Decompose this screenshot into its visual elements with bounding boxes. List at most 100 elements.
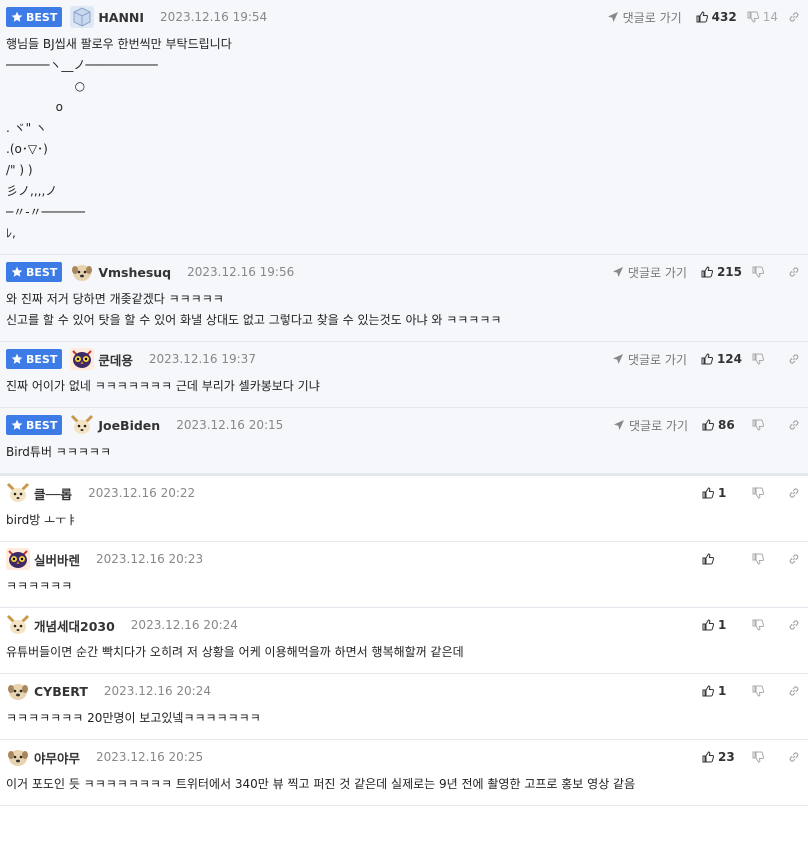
nickname[interactable]: 클──롭 bbox=[34, 484, 72, 503]
avatar[interactable] bbox=[6, 482, 30, 504]
timestamp: 2023.12.16 20:23 bbox=[96, 552, 204, 566]
share-link-button[interactable] bbox=[788, 419, 800, 431]
nickname[interactable]: CYBERT bbox=[34, 684, 88, 699]
share-link-button[interactable] bbox=[788, 619, 800, 631]
dislike-button[interactable] bbox=[752, 419, 778, 431]
share-link-button[interactable] bbox=[788, 11, 800, 23]
thumbs-up-icon bbox=[702, 487, 714, 499]
star-icon bbox=[11, 266, 23, 277]
comment-body: 행님들 BJ씹새 팔로우 한번씩만 부탁드립니다 ──────ヽ__ノ─────… bbox=[6, 37, 232, 240]
avatar[interactable] bbox=[70, 6, 95, 28]
goto-comment-link[interactable]: 댓글로 가기 bbox=[613, 417, 688, 434]
comment-body: Bird튜버 ㅋㅋㅋㅋㅋ bbox=[6, 445, 112, 459]
goto-comment-link[interactable]: 댓글로 가기 bbox=[612, 351, 687, 368]
avatar[interactable] bbox=[6, 548, 30, 570]
navigate-arrow-icon bbox=[612, 267, 623, 277]
thumbs-down-icon bbox=[752, 685, 764, 697]
navigate-arrow-icon bbox=[607, 12, 618, 22]
like-button[interactable]: 86 bbox=[702, 418, 742, 432]
comment-item: BEST 클──롭 2023.12.16 20:22 댓글로 가기 1 bbox=[0, 476, 808, 542]
like-button[interactable]: 1 bbox=[702, 684, 742, 698]
share-link-button[interactable] bbox=[788, 353, 800, 365]
thumbs-up-icon bbox=[702, 419, 714, 431]
like-count: 1 bbox=[718, 486, 727, 500]
comment-body: ㅋㅋㅋㅋㅋㅋ bbox=[6, 579, 73, 593]
comment-item: BEST 야무야무 2023.12.16 20:25 댓글로 가기 23 bbox=[0, 740, 808, 806]
share-link-button[interactable] bbox=[788, 266, 800, 278]
dislike-button[interactable] bbox=[752, 685, 778, 697]
nickname[interactable]: 야무야무 bbox=[34, 748, 80, 767]
like-count: 86 bbox=[718, 418, 735, 432]
comment-body: 이거 포도인 듯 ㅋㅋㅋㅋㅋㅋㅋㅋ 트위터에서 340만 뷰 찍고 퍼진 것 같… bbox=[6, 777, 636, 791]
thumbs-up-icon bbox=[702, 553, 714, 565]
comment-item: BEST CYBERT 2023.12.16 20:24 댓글로 가기 1 bbox=[0, 674, 808, 740]
share-link-button[interactable] bbox=[788, 751, 800, 763]
best-label: BEST bbox=[26, 352, 58, 366]
comment-body: 유튜버들이면 순간 빡치다가 오히려 저 상황을 어케 이용해먹을까 하면서 행… bbox=[6, 645, 464, 659]
like-button[interactable]: 432 bbox=[696, 10, 737, 24]
avatar[interactable] bbox=[70, 414, 94, 436]
dislike-count: 14 bbox=[762, 10, 778, 24]
like-button[interactable]: 1 bbox=[702, 618, 742, 632]
thumbs-down-icon bbox=[752, 487, 764, 499]
share-link-button[interactable] bbox=[788, 487, 800, 499]
share-link-button[interactable] bbox=[788, 553, 800, 565]
nickname[interactable]: HANNI bbox=[98, 10, 144, 25]
timestamp: 2023.12.16 20:25 bbox=[96, 750, 204, 764]
goto-label: 댓글로 가기 bbox=[628, 418, 688, 433]
thumbs-down-icon bbox=[747, 11, 759, 23]
dislike-button[interactable] bbox=[752, 353, 778, 365]
goto-comment-link[interactable]: 댓글로 가기 bbox=[612, 264, 687, 281]
comment-item: BEST 개념세대2030 2023.12.16 20:24 댓글로 가기 1 bbox=[0, 608, 808, 674]
thumbs-up-icon bbox=[702, 685, 714, 697]
best-badge: BEST bbox=[6, 262, 63, 282]
like-button[interactable]: 215 bbox=[701, 265, 742, 279]
goto-comment-link[interactable]: 댓글로 가기 bbox=[607, 9, 682, 26]
like-count: 215 bbox=[716, 265, 742, 279]
like-button[interactable]: 124 bbox=[701, 352, 742, 366]
link-icon bbox=[789, 752, 799, 762]
avatar[interactable] bbox=[70, 348, 95, 370]
thumbs-down-icon bbox=[752, 353, 764, 365]
link-icon bbox=[789, 554, 799, 564]
like-button[interactable]: 23 bbox=[702, 750, 742, 764]
dislike-button[interactable]: 14 bbox=[747, 10, 778, 24]
comment-body: 진짜 어이가 없네 ㅋㅋㅋㅋㅋㅋㅋ 근데 부리가 셀카봉보다 기냐 bbox=[6, 379, 320, 393]
link-icon bbox=[789, 620, 799, 630]
avatar[interactable] bbox=[6, 746, 30, 768]
avatar[interactable] bbox=[6, 614, 30, 636]
link-icon bbox=[789, 686, 799, 696]
navigate-arrow-icon bbox=[612, 354, 623, 364]
goto-label: 댓글로 가기 bbox=[627, 352, 687, 367]
timestamp: 2023.12.16 20:15 bbox=[176, 418, 284, 432]
share-link-button[interactable] bbox=[788, 685, 800, 697]
like-button[interactable]: 1 bbox=[702, 486, 742, 500]
avatar[interactable] bbox=[6, 680, 30, 702]
like-button[interactable] bbox=[702, 553, 742, 565]
like-count: 432 bbox=[711, 10, 737, 24]
nickname[interactable]: JoeBiden bbox=[98, 418, 160, 433]
comment-list: BEST HANNI 2023.12.16 19:54 댓글로 가기 432 1… bbox=[0, 0, 808, 806]
timestamp: 2023.12.16 20:22 bbox=[88, 486, 196, 500]
nickname[interactable]: 실버바렌 bbox=[34, 550, 80, 569]
dislike-button[interactable] bbox=[752, 751, 778, 763]
best-badge: BEST bbox=[6, 415, 63, 435]
comment-item: BEST 실버바렌 2023.12.16 20:23 댓글로 가기 bbox=[0, 542, 808, 608]
thumbs-up-icon bbox=[701, 353, 713, 365]
dislike-button[interactable] bbox=[752, 619, 778, 631]
link-icon bbox=[789, 488, 799, 498]
dislike-button[interactable] bbox=[752, 487, 778, 499]
star-icon bbox=[11, 353, 23, 364]
nickname[interactable]: 쿤데용 bbox=[98, 350, 133, 369]
nickname[interactable]: 개념세대2030 bbox=[34, 616, 115, 635]
dislike-button[interactable] bbox=[752, 553, 778, 565]
goto-label: 댓글로 가기 bbox=[627, 265, 687, 280]
avatar[interactable] bbox=[70, 261, 94, 283]
comment-item: BEST Vmshesuq 2023.12.16 19:56 댓글로 가기 21… bbox=[0, 255, 808, 342]
thumbs-down-icon bbox=[752, 266, 764, 278]
best-label: BEST bbox=[26, 265, 58, 279]
nickname[interactable]: Vmshesuq bbox=[98, 265, 171, 280]
star-icon bbox=[11, 11, 23, 22]
thumbs-up-icon bbox=[702, 751, 714, 763]
dislike-button[interactable] bbox=[752, 266, 778, 278]
